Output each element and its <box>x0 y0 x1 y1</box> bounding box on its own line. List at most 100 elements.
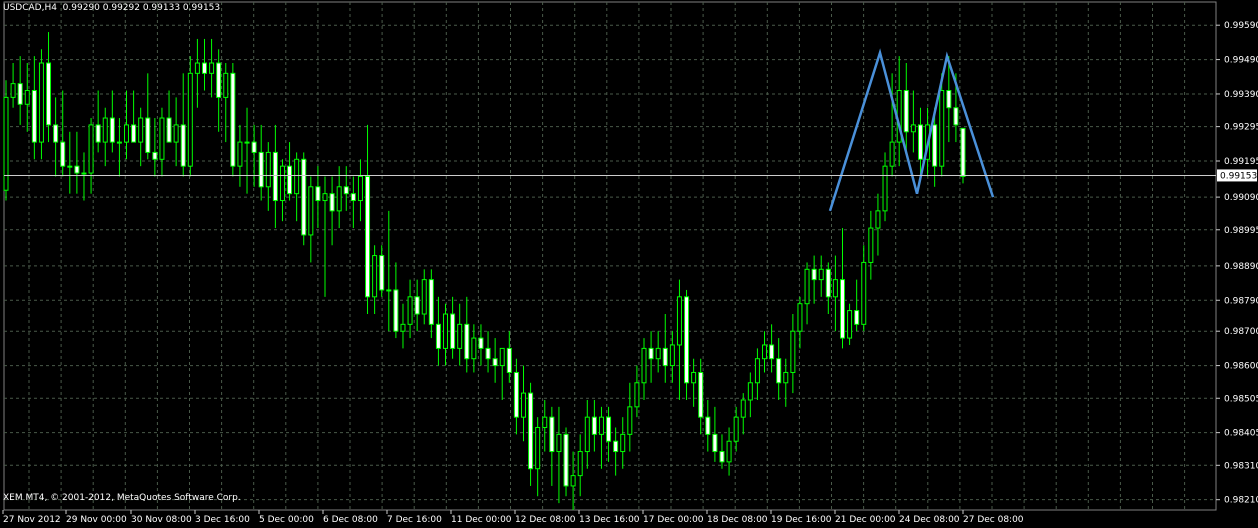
y-tick-label: 0.98790 <box>1224 296 1258 306</box>
candle-body <box>591 416 597 435</box>
candle-body <box>478 337 484 349</box>
candle-body <box>124 124 130 143</box>
copyright-notice: XEM MT4, © 2001-2012, MetaQuotes Softwar… <box>3 493 241 503</box>
candle-body <box>726 440 732 463</box>
candle-body <box>315 186 321 202</box>
candle-body <box>67 165 73 168</box>
candle-body <box>825 268 831 298</box>
candle-body <box>485 347 491 360</box>
candle-body <box>854 310 860 325</box>
x-tick-label: 18 Dec 08:00 <box>707 515 768 524</box>
y-tick-label: 0.99195 <box>1224 157 1258 167</box>
candle-body <box>698 371 704 418</box>
candle-body <box>138 117 144 143</box>
candle-body <box>627 406 633 435</box>
candle-body <box>875 210 881 229</box>
candle-body <box>776 358 782 384</box>
candle-body <box>520 392 526 418</box>
y-tick-label: 0.99590 <box>1224 21 1258 31</box>
candle-body <box>818 268 824 281</box>
y-tick-label: 0.99295 <box>1224 123 1258 133</box>
y-tick-label: 0.98600 <box>1224 362 1258 372</box>
x-tick-label: 5 Dec 00:00 <box>259 515 314 524</box>
candle-body <box>322 193 328 202</box>
candle-body <box>528 392 534 470</box>
candle-body <box>747 382 753 401</box>
y-tick-label: 0.98890 <box>1224 262 1258 272</box>
candle-body <box>464 323 470 360</box>
candle-body <box>684 296 690 384</box>
x-tick-label: 17 Dec 00:00 <box>643 515 704 524</box>
candle-body <box>882 165 888 212</box>
candle-body <box>606 416 612 442</box>
candle-body <box>24 90 30 105</box>
candle-body <box>223 72 229 98</box>
candle-body <box>577 451 583 477</box>
x-tick-label: 12 Dec 08:00 <box>515 515 576 524</box>
x-tick-label: 27 Dec 08:00 <box>963 515 1024 524</box>
candle-body <box>237 141 243 167</box>
candle-body <box>365 175 371 298</box>
candle-body <box>31 90 37 143</box>
candle-body <box>180 124 186 167</box>
candle-body <box>10 83 16 98</box>
candle-body <box>535 426 541 470</box>
y-tick-label: 0.99490 <box>1224 56 1258 66</box>
candle-body <box>613 440 619 453</box>
candle-body <box>556 433 562 453</box>
candle-body <box>691 371 697 384</box>
candle-body <box>740 399 746 418</box>
candle-body <box>754 358 760 384</box>
candle-body <box>506 347 512 373</box>
candle-body <box>173 124 179 143</box>
candle-body <box>81 172 87 175</box>
candlestick-chart[interactable]: 0.99590 0.99490 0.99390 0.99295 0.99195 0.990… <box>0 0 1258 525</box>
x-tick-label: 3 Dec 16:00 <box>195 515 250 524</box>
candle-body <box>53 124 59 143</box>
y-tick-label: 0.98210 <box>1224 496 1258 506</box>
candle-body <box>457 323 463 349</box>
candle-body <box>917 124 923 160</box>
y-tick-label: 0.99390 <box>1224 90 1258 100</box>
candle-body <box>939 90 945 167</box>
candle-body <box>287 165 293 195</box>
y-tick-label: 0.98310 <box>1224 461 1258 471</box>
candle-body <box>847 310 853 339</box>
candle-body <box>194 62 200 74</box>
candle-body <box>662 347 668 367</box>
candle-body <box>790 330 796 373</box>
candle-body <box>393 289 399 332</box>
candle-body <box>705 416 711 435</box>
candle-body <box>797 303 803 332</box>
x-tick-label: 13 Dec 16:00 <box>579 515 640 524</box>
candle-body <box>400 323 406 332</box>
candle-body <box>570 475 576 487</box>
candle-body <box>655 347 661 360</box>
candle-body <box>60 141 66 167</box>
candle-body <box>471 337 477 360</box>
y-tick-label: 0.98700 <box>1224 327 1258 337</box>
candle-body <box>329 193 335 212</box>
symbol-ohlc-header: USDCAD,H4 0.99290 0.99292 0.99133 0.9915… <box>3 3 221 13</box>
candle-body <box>46 62 52 126</box>
candle-body <box>308 186 314 236</box>
candle-body <box>386 289 392 292</box>
candle-body <box>932 124 938 167</box>
candle-body <box>372 255 378 298</box>
candle-body <box>166 117 172 143</box>
candle-body <box>598 416 604 435</box>
candle-body <box>209 62 215 74</box>
candle-body <box>443 313 449 349</box>
candle-body <box>272 151 278 202</box>
candle-body <box>513 371 519 418</box>
candle-body <box>301 158 307 236</box>
candle-body <box>769 344 775 360</box>
candle-body <box>868 227 874 263</box>
candle-body <box>38 62 44 143</box>
chart-window[interactable]: 0.99590 0.99490 0.99390 0.99295 0.99195 0.990… <box>0 0 1258 525</box>
candle-body <box>109 117 115 143</box>
candle-body <box>804 268 810 305</box>
candle-body <box>889 141 895 167</box>
candle-body <box>187 72 193 167</box>
current-price-label: 0.99153 <box>1220 171 1257 181</box>
